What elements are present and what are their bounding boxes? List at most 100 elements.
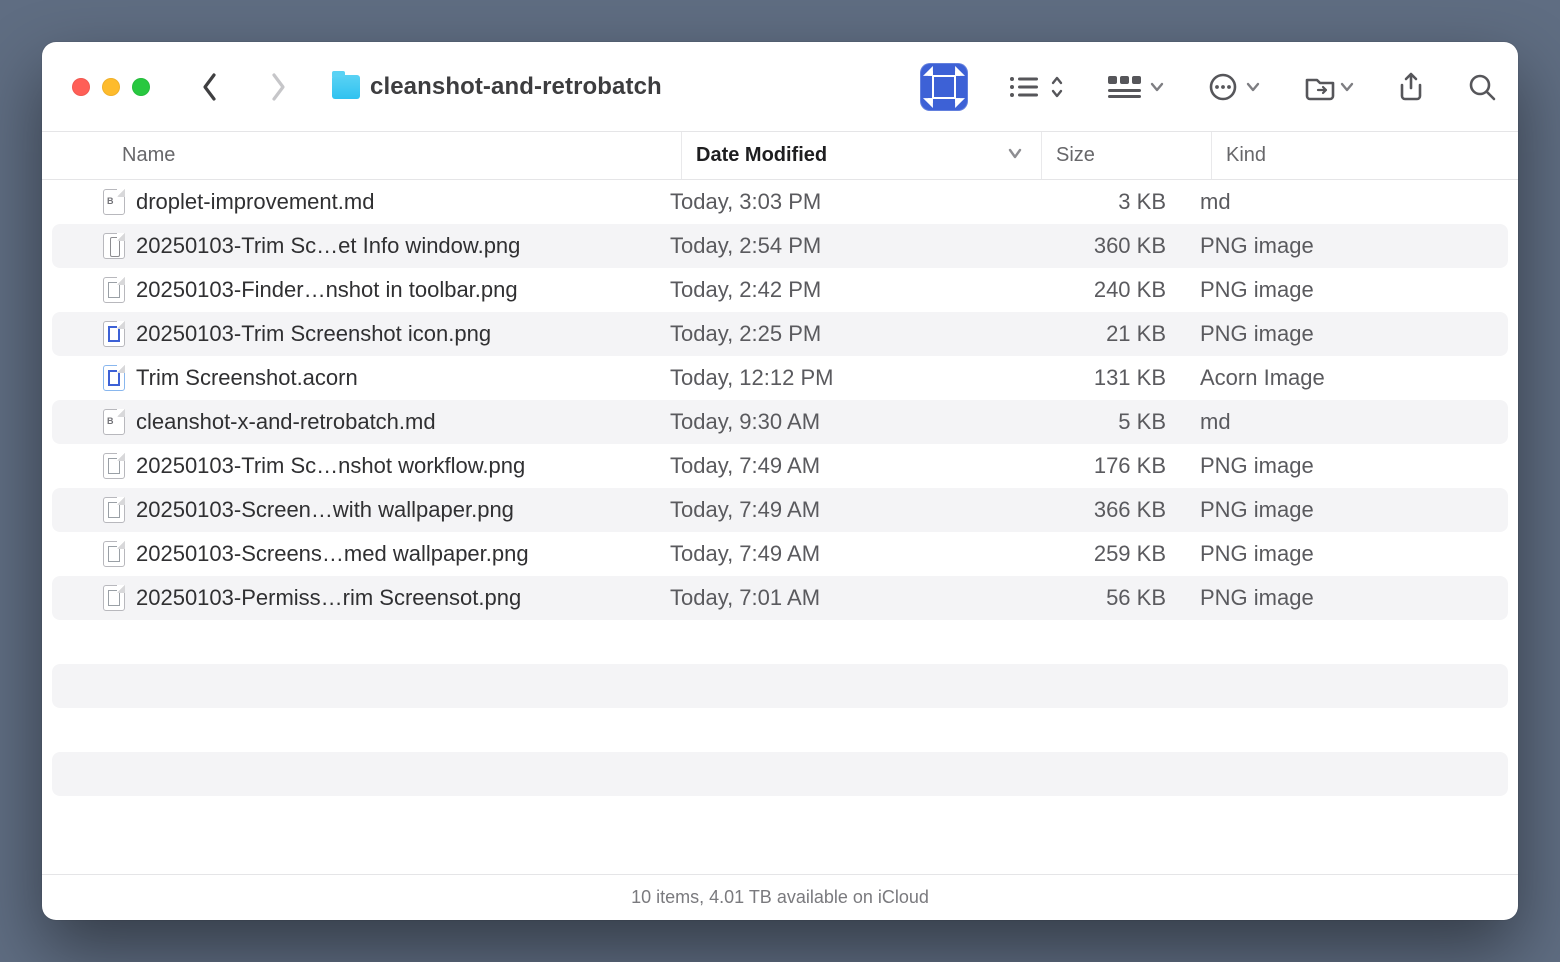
file-kind: PNG image [1186, 233, 1508, 259]
file-size: 259 KB [1016, 541, 1186, 567]
trim-screenshot-toolbar-icon[interactable] [920, 63, 968, 111]
file-row[interactable]: 20250103-Screen…with wallpaper.png Today,… [52, 488, 1508, 532]
nav-buttons [196, 67, 292, 107]
file-type-icon: B [103, 409, 125, 435]
file-date: Today, 12:12 PM [656, 365, 1016, 391]
file-type-icon [103, 277, 125, 303]
file-type-icon [103, 365, 125, 391]
file-type-icon: B [103, 189, 125, 215]
column-header-size-label: Size [1056, 144, 1095, 167]
file-name: 20250103-Trim Sc…et Info window.png [136, 233, 520, 259]
finder-window: cleanshot-and-retrobatch [42, 42, 1518, 920]
file-kind: PNG image [1186, 585, 1508, 611]
file-type-icon [103, 453, 125, 479]
share-button[interactable] [1398, 72, 1424, 102]
folder-arrow-icon [1304, 73, 1336, 101]
file-name: 20250103-Screen…with wallpaper.png [136, 497, 514, 523]
file-size: 21 KB [1016, 321, 1186, 347]
window-controls [72, 78, 150, 96]
window-title: cleanshot-and-retrobatch [370, 73, 662, 101]
file-row[interactable]: 20250103-Screens…med wallpaper.png Today,… [52, 532, 1508, 576]
list-row-placeholder [52, 664, 1508, 708]
file-name: 20250103-Screens…med wallpaper.png [136, 541, 529, 567]
file-row[interactable]: 20250103-Permiss…rim Screensot.png Today,… [52, 576, 1508, 620]
close-window-button[interactable] [72, 78, 90, 96]
column-header-name[interactable]: Name [122, 132, 682, 179]
file-type-icon [103, 585, 125, 611]
search-icon [1468, 73, 1496, 101]
toolbar-right-group [1008, 72, 1496, 102]
file-name: Trim Screenshot.acorn [136, 365, 358, 391]
file-row[interactable]: 20250103-Trim Screenshot icon.png Today, … [52, 312, 1508, 356]
file-type-icon [103, 233, 125, 259]
file-date: Today, 2:54 PM [656, 233, 1016, 259]
file-size: 366 KB [1016, 497, 1186, 523]
file-size: 360 KB [1016, 233, 1186, 259]
action-menu-button[interactable] [1208, 72, 1260, 102]
file-kind: md [1186, 409, 1508, 435]
file-kind: PNG image [1186, 497, 1508, 523]
file-date: Today, 7:01 AM [656, 585, 1016, 611]
file-kind: PNG image [1186, 541, 1508, 567]
group-icon [1108, 74, 1142, 100]
file-date: Today, 9:30 AM [656, 409, 1016, 435]
list-row-placeholder [52, 620, 1508, 664]
file-name: 20250103-Trim Screenshot icon.png [136, 321, 491, 347]
file-kind: PNG image [1186, 321, 1508, 347]
file-kind: PNG image [1186, 277, 1508, 303]
list-row-placeholder [52, 752, 1508, 796]
file-row[interactable]: Bdroplet-improvement.mdToday, 3:03 PM3 K… [52, 180, 1508, 224]
status-bar-text: 10 items, 4.01 TB available on iCloud [631, 887, 929, 908]
toolbar: cleanshot-and-retrobatch [42, 42, 1518, 132]
file-kind: md [1186, 189, 1508, 215]
file-size: 3 KB [1016, 189, 1186, 215]
file-size: 176 KB [1016, 453, 1186, 479]
file-row[interactable]: Bcleanshot-x-and-retrobatch.mdToday, 9:3… [52, 400, 1508, 444]
file-date: Today, 2:25 PM [656, 321, 1016, 347]
share-icon [1398, 72, 1424, 102]
file-row[interactable]: 20250103-Trim Sc…et Info window.png Today… [52, 224, 1508, 268]
column-header-size[interactable]: Size [1042, 132, 1212, 179]
chevron-down-icon [1340, 80, 1354, 94]
file-type-icon [103, 321, 125, 347]
minimize-window-button[interactable] [102, 78, 120, 96]
column-header-kind[interactable]: Kind [1212, 132, 1518, 179]
file-date: Today, 2:42 PM [656, 277, 1016, 303]
up-down-chevron-icon [1050, 74, 1064, 100]
file-kind: Acorn Image [1186, 365, 1508, 391]
chevron-down-icon [1246, 80, 1260, 94]
file-name: 20250103-Permiss…rim Screensot.png [136, 585, 521, 611]
back-button[interactable] [196, 67, 224, 107]
file-row[interactable]: 20250103-Trim Sc…nshot workflow.pngToday… [52, 444, 1508, 488]
chevron-down-icon [1150, 80, 1164, 94]
group-by-button[interactable] [1108, 74, 1164, 100]
list-row-placeholder [52, 708, 1508, 752]
file-name: 20250103-Trim Sc…nshot workflow.png [136, 453, 525, 479]
file-row[interactable]: Trim Screenshot.acornToday, 12:12 PM131 … [52, 356, 1508, 400]
file-type-icon [103, 497, 125, 523]
file-date: Today, 3:03 PM [656, 189, 1016, 215]
file-type-icon [103, 541, 125, 567]
list-icon [1008, 74, 1042, 100]
zoom-window-button[interactable] [132, 78, 150, 96]
column-header-kind-label: Kind [1226, 144, 1266, 167]
file-date: Today, 7:49 AM [656, 541, 1016, 567]
new-folder-button[interactable] [1304, 73, 1354, 101]
path-title[interactable]: cleanshot-and-retrobatch [332, 73, 662, 101]
file-row[interactable]: 20250103-Finder…nshot in toolbar.png Toda… [52, 268, 1508, 312]
view-mode-button[interactable] [1008, 74, 1064, 100]
file-kind: PNG image [1186, 453, 1508, 479]
column-headers: Name Date Modified Size Kind [42, 132, 1518, 180]
sort-chevron-down-icon [1007, 144, 1023, 167]
column-header-date-label: Date Modified [696, 144, 827, 167]
file-date: Today, 7:49 AM [656, 497, 1016, 523]
status-bar: 10 items, 4.01 TB available on iCloud [42, 874, 1518, 920]
file-size: 240 KB [1016, 277, 1186, 303]
file-name: 20250103-Finder…nshot in toolbar.png [136, 277, 518, 303]
forward-button[interactable] [264, 67, 292, 107]
file-list[interactable]: Bdroplet-improvement.mdToday, 3:03 PM3 K… [42, 180, 1518, 874]
column-header-name-label: Name [122, 144, 175, 167]
search-button[interactable] [1468, 73, 1496, 101]
ellipsis-circle-icon [1208, 72, 1238, 102]
column-header-date[interactable]: Date Modified [682, 132, 1042, 179]
